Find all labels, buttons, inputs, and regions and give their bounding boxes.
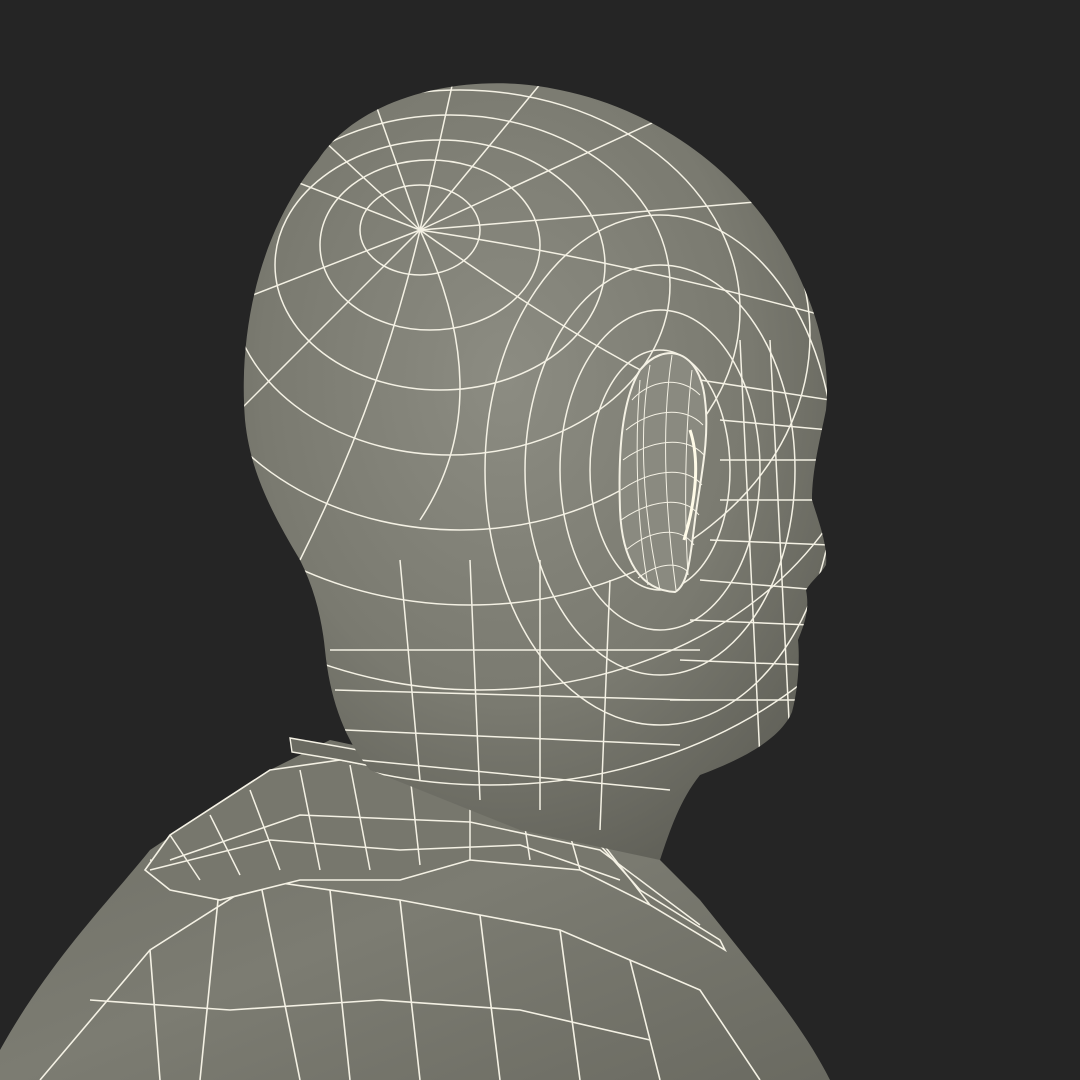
head-mesh xyxy=(243,83,828,861)
wireframe-render-canvas xyxy=(0,83,830,1080)
